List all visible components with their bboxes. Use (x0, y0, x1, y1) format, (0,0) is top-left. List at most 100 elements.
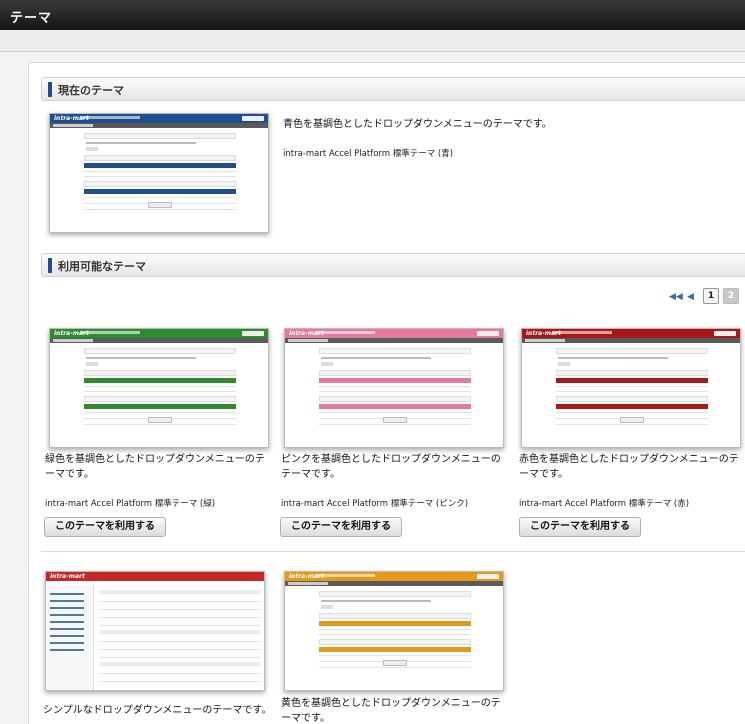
thumb-box (84, 370, 236, 376)
left-arrow-icon[interactable]: ◀ (687, 292, 694, 302)
thumb-row (556, 383, 708, 387)
thumb-row (84, 194, 236, 198)
page-1-button[interactable]: 1 (703, 288, 719, 304)
green-theme-preview[interactable]: intra-mart (49, 328, 269, 448)
red-theme-description: 赤色を基調色としたドロップダウンメニューのテーマです。 (519, 454, 739, 480)
thumb-button (383, 660, 407, 666)
thumb-crumb-text (288, 339, 328, 342)
page-2-button[interactable]: 2 (723, 288, 739, 304)
thumb-nav (80, 116, 140, 119)
theme-panel: 現在のテーマ intra-mart 青色を基調色としたドロップダウンメニューのテ… (28, 62, 745, 724)
thumb-crumb-text (288, 582, 328, 585)
thumb-row (100, 654, 260, 658)
thumb-nav-button (477, 574, 499, 579)
double-left-arrow-icon[interactable]: ◀◀ (669, 292, 683, 302)
red-theme-name: intra-mart Accel Platform 標準テーマ (赤) (519, 499, 690, 509)
thumb-crumb-text (525, 339, 565, 342)
current-theme-name: intra-mart Accel Platform 標準テーマ (青) (283, 149, 454, 159)
thumb-nav (80, 331, 140, 334)
current-theme-header: 現在のテーマ (41, 77, 745, 101)
thumb-line (86, 142, 196, 144)
thumb-row (100, 678, 260, 682)
thumb-row (319, 652, 471, 656)
thumb-row (84, 409, 236, 413)
thumb-row (100, 606, 260, 610)
use-red-theme-button[interactable]: このテーマを利用する (519, 517, 641, 537)
thumb-nav (552, 331, 612, 334)
thumb-row (100, 670, 260, 674)
thumb-row (100, 662, 260, 666)
green-theme-name: intra-mart Accel Platform 標準テーマ (緑) (45, 499, 216, 509)
thumb-row (319, 388, 471, 392)
thumb-row (556, 409, 708, 413)
thumb-line (558, 357, 668, 359)
thumb-row (100, 622, 260, 626)
thumb-box (84, 396, 236, 402)
use-green-theme-button[interactable]: このテーマを利用する (44, 517, 166, 537)
available-themes-header: 利用可能なテーマ (41, 253, 745, 277)
available-themes-heading: 利用可能なテーマ (58, 260, 146, 273)
thumb-box (556, 348, 708, 354)
thumb-row (100, 638, 260, 642)
window-title: テーマ (0, 0, 745, 30)
thumb-line (50, 635, 84, 637)
yellow-theme-description: 黄色を基調色としたドロップダウンメニューのテーマです。 (281, 698, 501, 724)
thumb-row (100, 614, 260, 618)
thumb-line (50, 628, 84, 630)
row-divider (41, 551, 745, 552)
simple-theme-description: シンプルなドロップダウンメニューのテーマです。 (43, 705, 272, 716)
thumb-line (50, 649, 84, 651)
thumb-row (556, 388, 708, 392)
simple-theme-preview[interactable]: intra-mart (45, 571, 265, 691)
thumb-box (84, 348, 236, 354)
thumb-line (86, 362, 98, 366)
thumb-nav-button (242, 116, 264, 121)
use-pink-theme-button[interactable]: このテーマを利用する (280, 517, 402, 537)
thumb-box (319, 613, 471, 619)
thumb-body (556, 346, 708, 444)
red-theme-preview[interactable]: intra-mart (521, 328, 741, 448)
thumb-box (556, 370, 708, 376)
thumb-row (319, 409, 471, 413)
pink-theme-description: ピンクを基調色としたドロップダウンメニューのテーマです。 (281, 454, 501, 480)
thumb-line (321, 605, 333, 609)
thumb-box (319, 370, 471, 376)
thumb-line (50, 614, 84, 616)
thumb-nav (315, 331, 375, 334)
thumb-button (383, 417, 407, 423)
current-theme-description: 青色を基調色としたドロップダウンメニューのテーマです。 (283, 119, 552, 130)
thumb-row (319, 631, 471, 635)
pink-theme-preview[interactable]: intra-mart (284, 328, 504, 448)
current-theme-heading: 現在のテーマ (58, 84, 124, 97)
thumb-line (50, 600, 84, 602)
thumb-body (84, 131, 236, 229)
thumb-button (620, 417, 644, 423)
thumb-body (319, 346, 471, 444)
thumb-nav-button (714, 331, 736, 336)
thumb-line (50, 593, 84, 595)
thumb-line (50, 621, 84, 623)
thumb-row (84, 173, 236, 177)
thumb-line (558, 362, 570, 366)
section-accent (48, 258, 52, 273)
thumb-crumb-text (53, 339, 93, 342)
thumb-nav-button (477, 331, 499, 336)
thumb-line (321, 600, 431, 602)
thumb-line (321, 357, 431, 359)
thumb-box (84, 133, 236, 139)
thumb-line (86, 147, 98, 151)
thumb-line (50, 642, 84, 644)
thumb-box (319, 591, 471, 597)
thumb-row (100, 590, 260, 594)
thumb-row (84, 383, 236, 387)
thumb-row (319, 383, 471, 387)
thumb-row (84, 168, 236, 172)
yellow-theme-preview[interactable]: intra-mart (284, 571, 504, 691)
thumb-line (321, 362, 333, 366)
thumb-line (86, 357, 196, 359)
thumb-button (148, 202, 172, 208)
green-theme-description: 緑色を基調色としたドロップダウンメニューのテーマです。 (45, 454, 265, 480)
thumb-row (100, 646, 260, 650)
thumb-box (84, 155, 236, 161)
thumb-line (50, 607, 84, 609)
